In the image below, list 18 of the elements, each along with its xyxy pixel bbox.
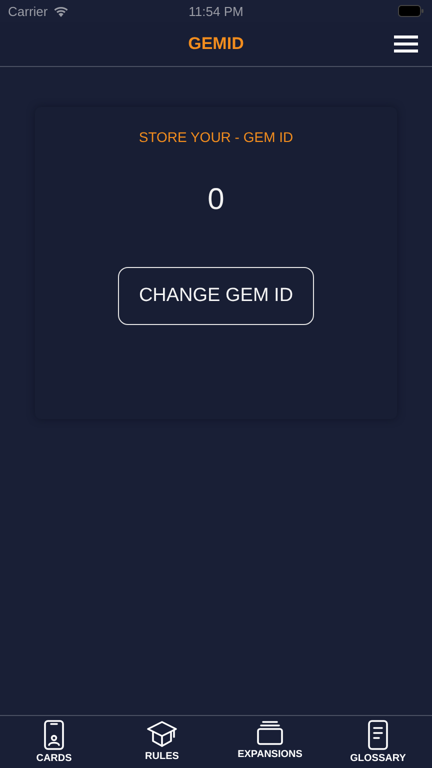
card-heading: STORE YOUR - GEM ID (138, 129, 294, 145)
tab-bar-item[interactable]: GLOSSARY (324, 716, 432, 768)
carrier-label: Carrier (8, 4, 48, 18)
tab-bar-item[interactable]: CARDS (0, 716, 108, 768)
menu-icon (392, 34, 420, 54)
document-icon (367, 720, 389, 750)
stacked-cards-icon (256, 720, 284, 746)
change-gem-id-button[interactable]: CHANGE GEM ID (118, 267, 314, 325)
nav-title: GEMID (188, 34, 244, 54)
wifi-icon (52, 5, 69, 17)
graduation-cap-icon (146, 720, 178, 748)
tab-bar-item[interactable]: RULES (108, 716, 216, 768)
tab-bar-item[interactable]: EXPANSIONS (216, 716, 324, 768)
status-time: 11:54 PM (188, 4, 244, 18)
menu-button[interactable] (392, 34, 420, 54)
gem-id-value: 0 (208, 183, 224, 217)
battery-icon (398, 5, 424, 17)
phone-icon (43, 720, 65, 750)
